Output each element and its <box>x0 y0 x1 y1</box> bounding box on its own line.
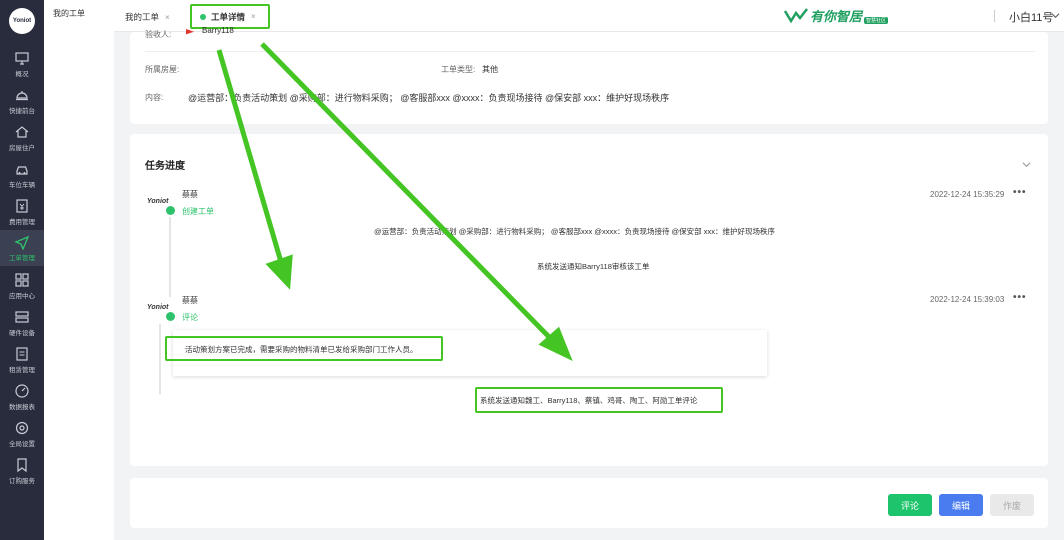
close-icon[interactable]: × <box>251 12 256 21</box>
brand-mark-icon <box>784 8 808 23</box>
tab-my-orders[interactable]: 我的工单 × <box>125 6 170 28</box>
nav-label: 费用管理 <box>9 219 35 226</box>
app-logo[interactable]: Yoniot <box>9 8 35 34</box>
order-info-card: 验收人: Barry118 所属房屋: 工单类型: 其他 内容: @运营部：负责… <box>130 26 1048 124</box>
active-dot-icon <box>200 13 206 20</box>
entry-logo: Yoniot <box>147 198 169 205</box>
timeline-dot <box>166 312 175 321</box>
tab-label: 我的工单 <box>125 12 160 22</box>
system-notice: 系统发送通知Barry118审核该工单 <box>537 262 650 271</box>
document-icon <box>16 347 28 361</box>
chevron-down-icon[interactable] <box>1051 11 1060 20</box>
tab-label: 工单详情 <box>211 11 246 22</box>
nav-item-settings[interactable]: 全局设置 <box>0 416 44 452</box>
type-label: 工单类型: <box>441 65 476 74</box>
nav-item-front-desk[interactable]: 快捷前台 <box>0 83 44 119</box>
timeline-line <box>159 324 161 394</box>
nav-label: 数据报表 <box>9 404 35 411</box>
entry-content: @运营部：负责活动策划 @采购部：进行物料采购； @客服部xxx @xxxx：负… <box>374 227 775 236</box>
timeline-dot <box>166 206 175 215</box>
entry-time: 2022-12-24 15:35:29 <box>930 190 1005 199</box>
chevron-down-icon[interactable] <box>1022 160 1031 169</box>
service-bell-icon <box>16 91 28 101</box>
secondary-menu: 我的工单 <box>44 0 114 540</box>
content-value: @运营部：负责活动策划 @采购部：进行物料采购； @客服部xxx @xxxx：负… <box>188 93 670 103</box>
nav-label: 硬件设备 <box>9 330 35 337</box>
nav-item-houses[interactable]: 房屋住户 <box>0 120 44 156</box>
type-value: 其他 <box>482 65 498 74</box>
nav-item-fees[interactable]: 费用管理 <box>0 194 44 230</box>
nav-item-parking[interactable]: 车位车辆 <box>0 157 44 193</box>
brand-logo: 有你智居 智慧社区 <box>784 4 904 26</box>
gear-icon <box>15 421 29 435</box>
monitor-icon <box>15 52 29 65</box>
nav-item-hardware[interactable]: 硬件设备 <box>0 305 44 341</box>
divider <box>994 10 995 22</box>
top-bar: 我的工单 × 工单详情 × <box>114 0 1064 32</box>
task-progress-card: 任务进度 Yoniot 蔡蔡 创建工单 2022-12-24 15:35:29 … <box>130 134 1048 466</box>
nav-item-subscription[interactable]: 订购服务 <box>0 453 44 489</box>
acceptor-label: 验收人: <box>145 30 172 39</box>
nav-item-reports[interactable]: 数据报表 <box>0 379 44 415</box>
void-button[interactable]: 作废 <box>990 494 1034 516</box>
entry-author: 蔡蔡 <box>182 190 198 199</box>
system-notice: 系统发送通知魏工、Barry118、蔡镇、鸡哥、陶工、阿勋工单评论 <box>480 396 698 405</box>
house-label: 所属房屋: <box>145 65 180 74</box>
nav-item-app-center[interactable]: 应用中心 <box>0 268 44 304</box>
action-bar: 评论 编辑 作废 <box>130 478 1048 528</box>
submenu-item-my-orders[interactable]: 我的工单 <box>53 8 85 19</box>
entry-action: 评论 <box>182 313 198 322</box>
fee-icon <box>16 199 28 213</box>
nav-item-work-orders[interactable]: 工单管理 <box>0 230 44 266</box>
nav-label: 工单管理 <box>9 255 35 262</box>
content-label: 内容: <box>145 93 164 102</box>
device-icon <box>15 311 29 323</box>
nav-label: 租赁管理 <box>9 367 35 374</box>
close-icon[interactable]: × <box>165 13 170 22</box>
brand-name: 有你智居 <box>810 8 863 24</box>
divider <box>145 51 1035 52</box>
gauge-icon <box>15 384 29 398</box>
comment-button[interactable]: 评论 <box>888 494 932 516</box>
bookmark-icon <box>17 458 27 473</box>
brand-badge: 智慧社区 <box>864 17 889 24</box>
car-icon <box>16 166 28 175</box>
nav-item-overview[interactable]: 概况 <box>0 46 44 82</box>
timeline-line <box>169 217 171 297</box>
edit-button[interactable]: 编辑 <box>939 494 983 516</box>
nav-label: 全局设置 <box>9 441 35 448</box>
entry-author: 蔡蔡 <box>182 296 198 305</box>
send-icon <box>14 235 30 250</box>
nav-label: 房屋住户 <box>9 145 35 152</box>
nav-label: 订购服务 <box>9 478 35 485</box>
entry-logo: Yoniot <box>147 304 169 311</box>
comment-content: 活动策划方案已完成，需要采购的物料清单已发给采购部门工作人员。 <box>185 345 418 354</box>
entry-time: 2022-12-24 15:39:03 <box>930 295 1005 304</box>
more-icon[interactable]: ••• <box>1013 292 1027 303</box>
nav-label: 应用中心 <box>9 293 35 300</box>
nav-label: 车位车辆 <box>9 182 35 189</box>
more-icon[interactable]: ••• <box>1013 187 1027 198</box>
user-name[interactable]: 小白11号 <box>1009 9 1053 25</box>
nav-label: 快捷前台 <box>9 108 35 115</box>
entry-action: 创建工单 <box>182 207 214 216</box>
section-title: 任务进度 <box>145 161 185 172</box>
grid-icon <box>15 273 29 287</box>
house-icon <box>15 126 29 138</box>
sidebar: Yoniot 概况 快捷前台 房屋住户 车位车辆 费用管理 工单管理 应用中心 … <box>0 0 44 540</box>
nav-label: 概况 <box>15 71 29 78</box>
nav-item-lease[interactable]: 租赁管理 <box>0 342 44 378</box>
acceptor-value: Barry118 <box>202 26 234 35</box>
